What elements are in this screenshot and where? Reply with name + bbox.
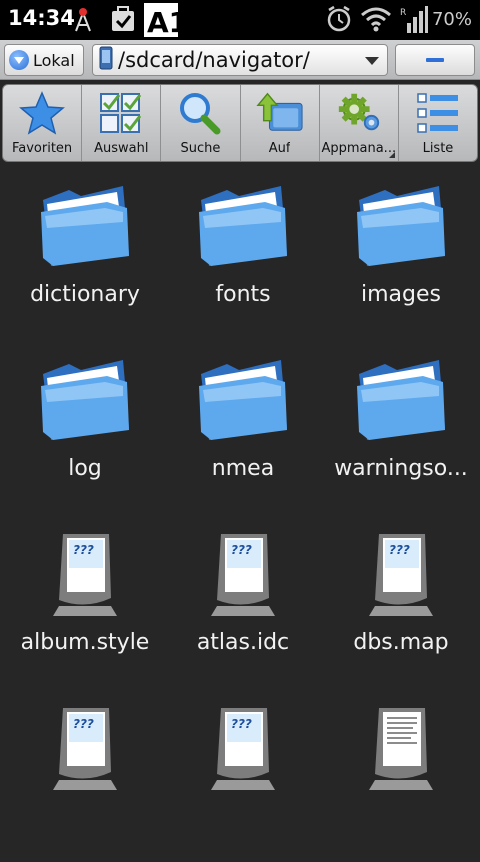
file-name: warningso...	[334, 456, 468, 481]
unknown-file-icon: ???	[193, 702, 293, 792]
signal-icon: R	[398, 5, 428, 39]
file-item[interactable]: images	[322, 166, 480, 340]
file-item[interactable]: log	[6, 340, 164, 514]
file-name: fonts	[215, 282, 271, 307]
file-name: dbs.map	[353, 630, 449, 655]
toolbar-label: Liste	[422, 141, 454, 156]
unknown-file-icon: ???	[351, 528, 451, 618]
dropdown-arrow-icon	[365, 57, 379, 65]
battery-percent: 70%	[431, 9, 472, 30]
minus-button[interactable]	[395, 44, 475, 76]
file-item[interactable]: ??? dbs.map	[322, 514, 480, 688]
toolbar-auf[interactable]: Auf	[241, 85, 320, 161]
file-grid: dictionary fonts images log nmea warning…	[0, 166, 480, 800]
unknown-file-icon: ???	[35, 528, 135, 618]
toolbar-suche[interactable]: Suche	[161, 85, 241, 161]
download-check-icon	[110, 5, 136, 37]
file-item[interactable]: ???	[164, 688, 322, 862]
toolbar-label: Favoriten	[11, 141, 73, 156]
toolbar-label: Appmana...	[321, 141, 397, 156]
file-item[interactable]: fonts	[164, 166, 322, 340]
sdcard-phone-icon	[99, 46, 113, 75]
magnifier-icon	[176, 91, 224, 135]
lokal-label: Lokal	[33, 50, 75, 70]
folder-icon	[351, 354, 451, 444]
list-icon	[414, 91, 462, 135]
toolbar-favoriten[interactable]: Favoriten	[3, 85, 83, 161]
file-item[interactable]: ??? atlas.idc	[164, 514, 322, 688]
path-bar: Lokal /sdcard/navigator/	[0, 40, 480, 80]
svg-text:???: ???	[231, 543, 252, 557]
toolbar: Favoriten Auswahl Suche Auf Appmana... L…	[0, 80, 480, 166]
folder-icon	[193, 354, 293, 444]
file-item[interactable]	[322, 688, 480, 862]
up-folder-icon	[255, 91, 304, 135]
minus-icon	[426, 58, 444, 62]
wifi-icon	[360, 5, 392, 37]
gears-icon	[335, 91, 383, 135]
toolbar-appmanager[interactable]: Appmana...	[320, 85, 399, 161]
clock: 14:34	[8, 6, 75, 30]
current-path: /sdcard/navigator/	[118, 48, 310, 72]
file-item[interactable]: nmea	[164, 340, 322, 514]
file-name: album.style	[20, 630, 150, 655]
roaming-label: R	[400, 8, 406, 18]
folder-icon	[351, 180, 451, 270]
toolbar-liste[interactable]: Liste	[399, 85, 477, 161]
file-name: nmea	[211, 456, 275, 481]
file-item[interactable]: warningso...	[322, 340, 480, 514]
toolbar-auswahl[interactable]: Auswahl	[82, 85, 162, 161]
folder-icon	[35, 180, 135, 270]
file-item[interactable]: ??? album.style	[6, 514, 164, 688]
file-name: atlas.idc	[196, 630, 290, 655]
path-dropdown[interactable]: /sdcard/navigator/	[92, 44, 388, 76]
a1-icon: A1	[144, 3, 188, 41]
text-file-icon	[351, 702, 451, 792]
lokal-button[interactable]: Lokal	[4, 44, 84, 76]
alarm-icon	[326, 5, 352, 37]
overflow-corner-icon	[388, 152, 395, 158]
file-name: images	[361, 282, 441, 307]
unknown-file-icon: ???	[35, 702, 135, 792]
svg-text:???: ???	[231, 717, 252, 731]
file-item[interactable]: dictionary	[6, 166, 164, 340]
folder-icon	[35, 354, 135, 444]
file-name: log	[68, 456, 102, 481]
unknown-file-icon: ???	[193, 528, 293, 618]
checklist-icon	[97, 91, 145, 135]
svg-text:???: ???	[389, 543, 410, 557]
toolbar-label: Auswahl	[94, 141, 149, 156]
star-icon	[18, 91, 66, 135]
file-item[interactable]: ???	[6, 688, 164, 862]
file-name: dictionary	[30, 282, 140, 307]
antenna-icon	[72, 5, 94, 37]
status-bar: 14:34 A1 R 70%	[0, 0, 480, 40]
toolbar-label: Auf	[268, 141, 291, 156]
svg-text:???: ???	[73, 717, 94, 731]
svg-text:???: ???	[73, 543, 94, 557]
a1-logo-text: A1	[147, 6, 178, 37]
toolbar-label: Suche	[180, 141, 221, 156]
folder-icon	[193, 180, 293, 270]
chevron-down-icon	[9, 50, 29, 70]
